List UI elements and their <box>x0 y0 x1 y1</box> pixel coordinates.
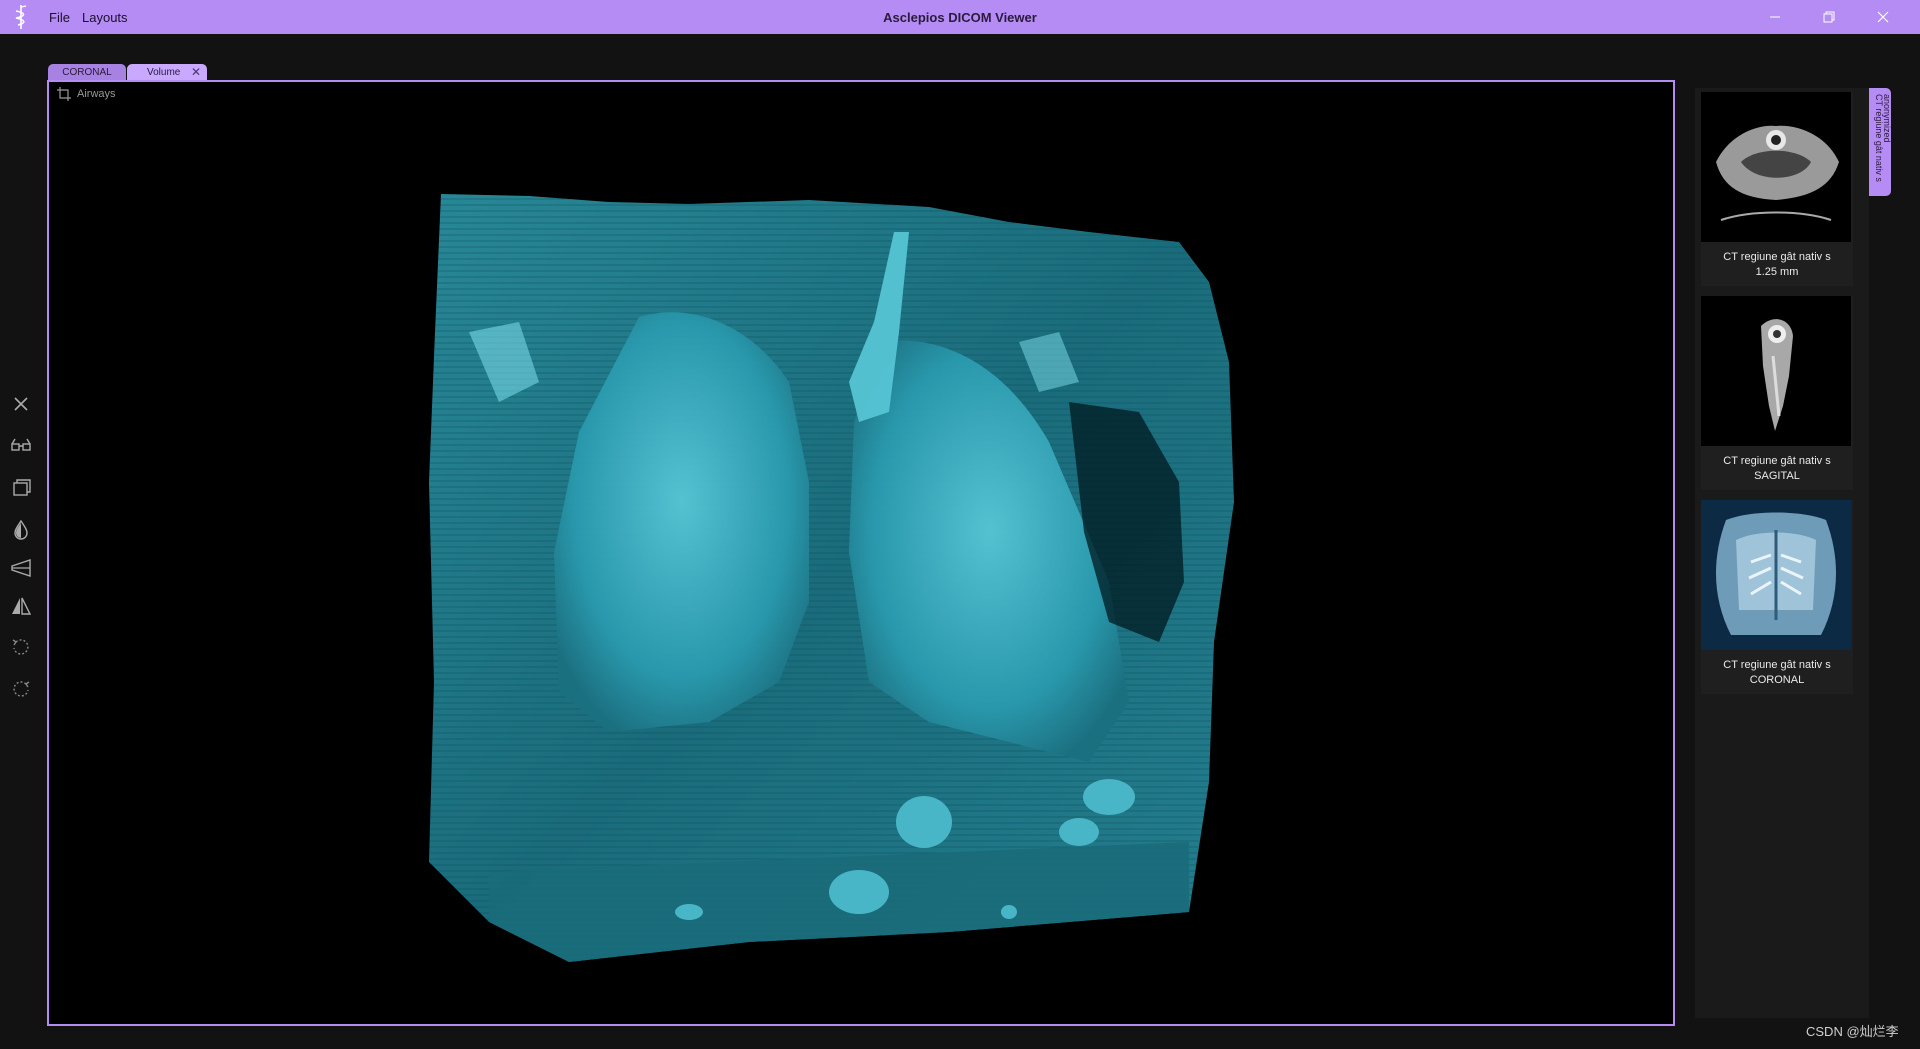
series-caption-line2: SAGITAL <box>1754 470 1800 482</box>
bullhorn-icon <box>11 559 31 577</box>
close-icon <box>14 397 28 411</box>
flip-button[interactable] <box>8 593 34 619</box>
series-item-sagital[interactable]: CT regiune gât nativ s SAGITAL <box>1701 296 1853 490</box>
close-button[interactable] <box>1860 0 1906 34</box>
series-caption-line1: CT regiune gât nativ s <box>1723 455 1831 467</box>
close-tool-button[interactable] <box>8 391 34 417</box>
preset-name: Airways <box>77 88 116 100</box>
minimize-button[interactable] <box>1752 0 1798 34</box>
rotate-right-icon <box>13 681 30 697</box>
rotate-right-button[interactable] <box>8 676 34 702</box>
series-caption-line1: CT regiune gât nativ s <box>1723 659 1831 671</box>
rotate-left-button[interactable] <box>8 634 34 660</box>
glasses-icon <box>11 438 31 451</box>
series-caption: CT regiune gât nativ s CORONAL <box>1701 658 1853 688</box>
series-thumbnail[interactable] <box>1701 296 1851 446</box>
tab-coronal-label: CORONAL <box>62 67 112 78</box>
series-caption-line1: CT regiune gât nativ s <box>1723 251 1831 263</box>
drop-icon <box>14 519 28 540</box>
rotate-left-icon <box>12 639 29 655</box>
series-thumbnail[interactable] <box>1701 500 1851 650</box>
sagital-thumbnail-image <box>1701 296 1851 446</box>
contrast-button[interactable] <box>8 517 34 543</box>
watermark: CSDN @灿烂李 <box>1806 1024 1899 1039</box>
crop-icon <box>57 87 71 101</box>
flip-icon <box>12 597 32 615</box>
tab-volume-label: Volume <box>147 67 181 78</box>
series-panel: CT regiune gât nativ s 1.25 mm CT regiun… <box>1695 88 1869 1018</box>
series-caption: CT regiune gât nativ s 1.25 mm <box>1701 250 1853 280</box>
perspective-button[interactable] <box>8 555 34 581</box>
tab-coronal[interactable]: CORONAL <box>48 64 126 81</box>
menu-file[interactable]: File <box>49 0 70 34</box>
window-title: Asclepios DICOM Viewer <box>883 10 1037 25</box>
series-caption-line2: 1.25 mm <box>1755 266 1799 278</box>
volume-viewport[interactable]: Airways <box>47 80 1675 1026</box>
series-item-axial[interactable]: CT regiune gât nativ s 1.25 mm <box>1701 92 1853 286</box>
close-icon <box>1877 11 1889 23</box>
window-copy-icon <box>13 479 31 496</box>
axial-thumbnail-image <box>1701 92 1851 242</box>
restore-icon <box>1823 11 1835 23</box>
viewport-preset-label: Airways <box>57 87 116 101</box>
series-caption-line2: CORONAL <box>1749 674 1805 686</box>
menu-layouts[interactable]: Layouts <box>82 0 128 34</box>
patient-tab[interactable]: anonymized CT regiune gât nativ s <box>1869 88 1892 196</box>
restore-button[interactable] <box>1806 0 1852 34</box>
minimize-icon <box>1770 16 1780 18</box>
volume-render[interactable] <box>49 82 1673 1024</box>
window-copy-button[interactable] <box>8 475 34 501</box>
series-caption: CT regiune gât nativ s SAGITAL <box>1701 454 1853 484</box>
coronal-thumbnail-image <box>1701 500 1851 650</box>
series-item-coronal[interactable]: CT regiune gât nativ s CORONAL <box>1701 500 1853 694</box>
stereo-view-button[interactable] <box>8 433 34 459</box>
tab-close-icon[interactable]: ✕ <box>191 64 201 81</box>
caduceus-logo-icon <box>15 5 27 29</box>
patient-study: CT regiune gât nativ s <box>1874 94 1884 182</box>
series-thumbnail[interactable] <box>1701 92 1851 242</box>
title-bar: File Layouts Asclepios DICOM Viewer <box>0 0 1920 34</box>
tab-volume[interactable]: Volume ✕ <box>127 64 207 81</box>
